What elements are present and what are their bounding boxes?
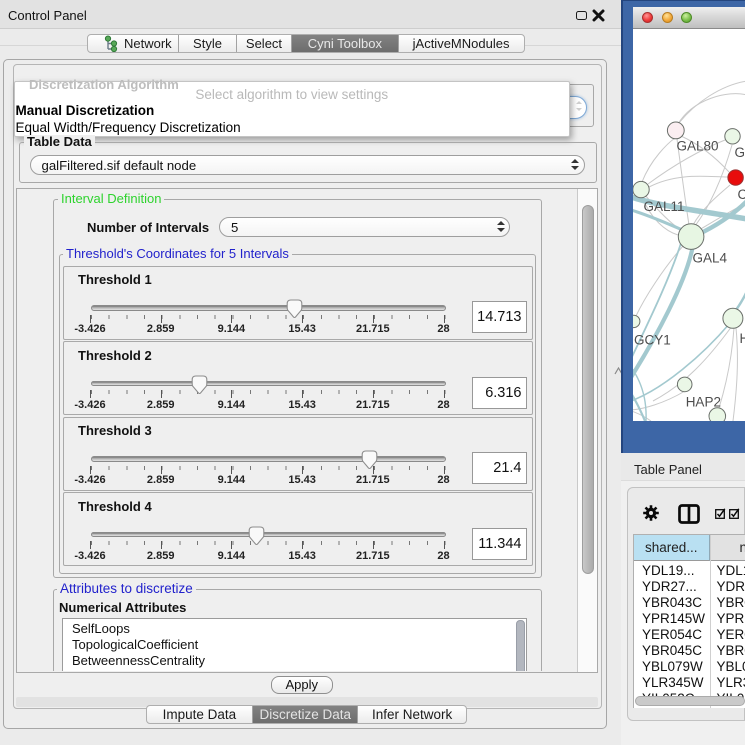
svg-text:HAP2: HAP2 xyxy=(686,394,721,409)
svg-text:G.: G. xyxy=(735,145,745,160)
svg-text:GAL80: GAL80 xyxy=(677,138,719,153)
svg-text:C: C xyxy=(738,187,745,202)
svg-text:GAL4: GAL4 xyxy=(693,250,728,265)
svg-text:GAL11: GAL11 xyxy=(644,199,685,214)
svg-text:H: H xyxy=(740,331,745,346)
svg-text:GCY1: GCY1 xyxy=(634,332,671,347)
